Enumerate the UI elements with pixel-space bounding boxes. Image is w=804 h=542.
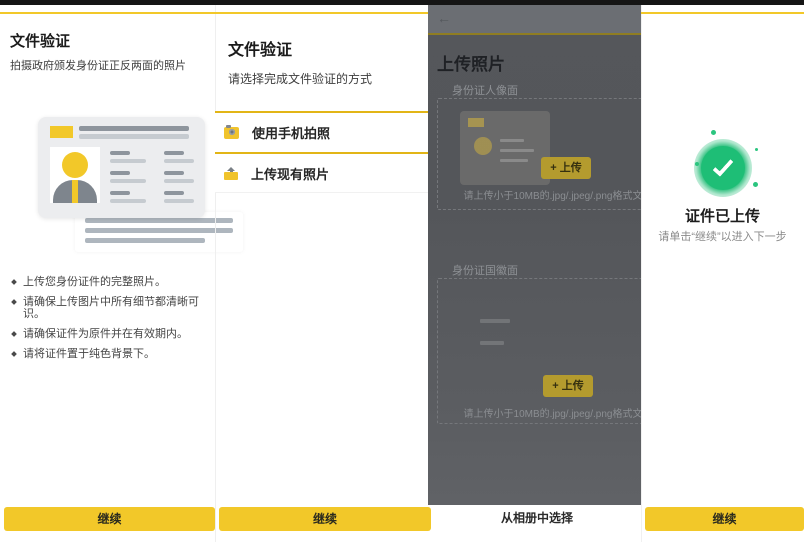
- page-title: 文件验证: [228, 36, 292, 60]
- sparkle-dot: [695, 162, 699, 166]
- ghost-id-illustration: [460, 111, 550, 185]
- upload-hint-back: 请上传小于10MB的.jpg/.jpeg/.png格式文件: [438, 405, 641, 420]
- select-from-album-button[interactable]: 从相册中选择: [433, 506, 641, 531]
- option-upload-existing[interactable]: 上传现有照片: [215, 152, 428, 193]
- success-icon-group: [641, 0, 804, 542]
- sparkle-dot: [755, 148, 758, 151]
- success-title: 证件已上传: [641, 205, 804, 226]
- dimmed-upload-screen: ← 上传照片 身份证人像面 + 上传 请上传小于10MB的.jpg/.jpeg/…: [428, 5, 641, 505]
- panel-upload-success: 证件已上传 请单击“继续”以进入下一步: [641, 0, 804, 542]
- success-subtitle: 请单击“继续”以进入下一步: [641, 228, 804, 244]
- section-label-back: 身份证国徽面: [452, 262, 518, 278]
- panel-upload-photos-overlay: ← 上传照片 身份证人像面 + 上传 请上传小于10MB的.jpg/.jpeg/…: [428, 0, 641, 542]
- continue-button-success[interactable]: 继续: [645, 507, 804, 531]
- option-label: 上传现有照片: [251, 164, 329, 183]
- list-item: 请确保上传图片中所有细节都清晰可识。: [12, 296, 212, 320]
- list-item: 请确保证件为原件并在有效期内。: [12, 328, 212, 340]
- continue-button-method[interactable]: 继续: [219, 507, 431, 531]
- upload-button-front[interactable]: + 上传: [541, 157, 591, 179]
- upload-card-back: + 上传 请上传小于10MB的.jpg/.jpeg/.png格式文件: [437, 278, 641, 424]
- upload-card-front: + 上传 请上传小于10MB的.jpg/.jpeg/.png格式文件: [437, 98, 641, 210]
- list-item: 上传您身份证件的完整照片。: [12, 276, 212, 288]
- instruction-list: 上传您身份证件的完整照片。 请确保上传图片中所有细节都清晰可识。 请确保证件为原…: [12, 276, 212, 368]
- section-label-front: 身份证人像面: [452, 82, 518, 98]
- list-item: 请将证件置于纯色背景下。: [12, 348, 212, 360]
- id-card-graphic: [38, 117, 205, 218]
- sparkle-dot: [711, 130, 716, 135]
- page-subtitle: 请选择完成文件验证的方式: [228, 70, 372, 87]
- accent-line: [0, 12, 804, 14]
- kyc-flow-screenshot: 文件验证 拍摄政府颁发身份证正反两面的照片: [0, 0, 804, 542]
- back-arrow-icon[interactable]: ←: [437, 10, 451, 26]
- id-card-illustration: [28, 112, 215, 252]
- option-label: 使用手机拍照: [252, 123, 330, 142]
- top-black-bar: [0, 0, 804, 5]
- overlay-header: ←: [428, 5, 641, 33]
- sparkle-dot: [753, 182, 758, 187]
- panel-document-verification-intro: 文件验证 拍摄政府颁发身份证正反两面的照片: [0, 0, 215, 542]
- option-take-photo[interactable]: 使用手机拍照: [215, 111, 428, 152]
- camera-icon: [224, 127, 239, 139]
- upload-button-back[interactable]: + 上传: [543, 375, 593, 397]
- continue-button-intro[interactable]: 继续: [4, 507, 215, 531]
- page-subtitle: 拍摄政府颁发身份证正反两面的照片: [10, 57, 210, 73]
- header-accent-line: [428, 33, 641, 35]
- id-photo-graphic: [50, 147, 100, 203]
- upload-page-title: 上传照片: [437, 50, 505, 75]
- upload-hint-front: 请上传小于10MB的.jpg/.jpeg/.png格式文件: [438, 187, 641, 202]
- panel-verification-method: 文件验证 请选择完成文件验证的方式 使用手机拍照 上传现有照片: [215, 0, 428, 542]
- page-title: 文件验证: [10, 30, 70, 51]
- upload-tray-icon: [224, 167, 238, 180]
